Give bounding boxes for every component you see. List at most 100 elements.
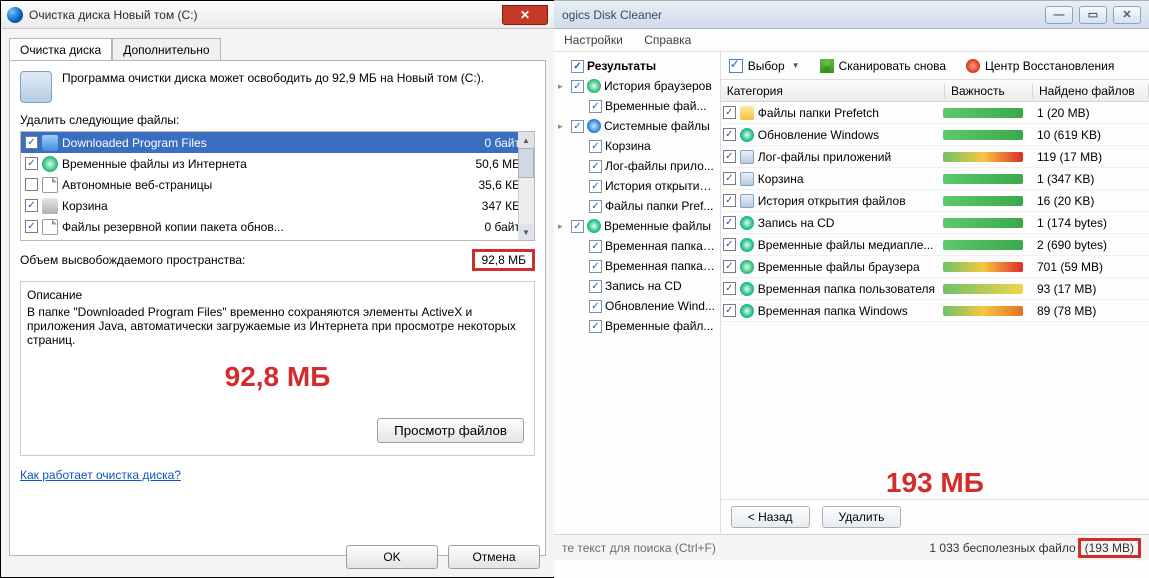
file-row[interactable]: Файлы резервной копии пакета обнов...0 б… bbox=[21, 216, 534, 237]
disk-cleaner-window: ogics Disk Cleaner — ▭ ✕ Настройки Справ… bbox=[554, 0, 1149, 578]
col-importance[interactable]: Важность bbox=[945, 84, 1033, 98]
tree-item[interactable]: Временная папка ... bbox=[556, 236, 718, 256]
file-list[interactable]: Downloaded Program Files0 байтВременные … bbox=[20, 131, 535, 241]
checkbox[interactable] bbox=[589, 100, 602, 113]
grid-row[interactable]: Лог-файлы приложений119 (17 MB) bbox=[721, 146, 1149, 168]
checkbox[interactable] bbox=[571, 120, 584, 133]
checkbox[interactable] bbox=[589, 320, 602, 333]
menu-help[interactable]: Справка bbox=[644, 33, 691, 47]
grid-row[interactable]: Обновление Windows10 (619 KB) bbox=[721, 124, 1149, 146]
checkbox[interactable] bbox=[589, 140, 602, 153]
grid-row[interactable]: Временная папка Windows89 (78 MB) bbox=[721, 300, 1149, 322]
tree-item[interactable]: Временные файл... bbox=[556, 316, 718, 336]
recovery-center-button[interactable]: Центр Восстановления bbox=[966, 59, 1114, 73]
checkbox[interactable] bbox=[25, 220, 38, 233]
ok-button[interactable]: OK bbox=[346, 545, 438, 569]
tree-item[interactable]: Файлы папки Pref... bbox=[556, 196, 718, 216]
checkbox[interactable] bbox=[571, 220, 584, 233]
close-button[interactable]: ✕ bbox=[1113, 6, 1141, 24]
grid-row[interactable]: Временные файлы медиапле...2 (690 bytes) bbox=[721, 234, 1149, 256]
tree-label: Временные файл... bbox=[605, 319, 713, 333]
titlebar[interactable]: ogics Disk Cleaner — ▭ ✕ bbox=[554, 1, 1149, 29]
checkbox[interactable] bbox=[589, 160, 602, 173]
scroll-thumb[interactable] bbox=[518, 148, 534, 178]
tree-item[interactable]: ▸История браузеров bbox=[556, 76, 718, 96]
scroll-up-icon[interactable]: ▲ bbox=[518, 132, 534, 148]
expand-icon[interactable]: ▸ bbox=[558, 81, 568, 92]
checkbox[interactable] bbox=[571, 60, 584, 73]
grid-row[interactable]: Запись на CD1 (174 bytes) bbox=[721, 212, 1149, 234]
maximize-button[interactable]: ▭ bbox=[1079, 6, 1107, 24]
checkbox[interactable] bbox=[723, 260, 736, 273]
checkbox[interactable] bbox=[589, 260, 602, 273]
checkbox[interactable] bbox=[723, 194, 736, 207]
cancel-button[interactable]: Отмена bbox=[448, 545, 540, 569]
checkbox[interactable] bbox=[589, 300, 602, 313]
checkbox[interactable] bbox=[571, 80, 584, 93]
tree-label: Запись на CD bbox=[605, 279, 682, 293]
checkbox[interactable] bbox=[25, 178, 38, 191]
minimize-button[interactable]: — bbox=[1045, 6, 1073, 24]
menu-settings[interactable]: Настройки bbox=[564, 33, 623, 47]
delete-button[interactable]: Удалить bbox=[822, 506, 902, 528]
tree-item[interactable]: Корзина bbox=[556, 136, 718, 156]
rescan-button[interactable]: Сканировать снова bbox=[820, 59, 946, 73]
checkbox[interactable] bbox=[589, 280, 602, 293]
checkbox[interactable] bbox=[723, 150, 736, 163]
checkbox[interactable] bbox=[25, 199, 38, 212]
checkbox[interactable] bbox=[723, 304, 736, 317]
expand-icon[interactable]: ▸ bbox=[558, 121, 568, 132]
results-tree[interactable]: Результаты▸История браузеровВременные фа… bbox=[554, 52, 721, 534]
tab-cleanup[interactable]: Очистка диска bbox=[9, 38, 112, 61]
scrollbar[interactable]: ▲ ▼ bbox=[518, 132, 534, 240]
found-count: 1 (347 KB) bbox=[1031, 172, 1147, 186]
category-icon bbox=[740, 238, 754, 252]
tree-item[interactable]: Запись на CD bbox=[556, 276, 718, 296]
checkbox[interactable] bbox=[723, 238, 736, 251]
status-size: (193 MB) bbox=[1078, 538, 1141, 558]
help-link[interactable]: Как работает очистка диска? bbox=[20, 468, 181, 482]
results-panel: Выбор ▼ Сканировать снова Центр Восстано… bbox=[721, 52, 1149, 534]
close-button[interactable]: ✕ bbox=[502, 5, 548, 25]
tree-item[interactable]: ▸Временные файлы bbox=[556, 216, 718, 236]
file-row[interactable]: Автономные веб-страницы35,6 КБ bbox=[21, 174, 534, 195]
view-files-button[interactable]: Просмотр файлов bbox=[377, 418, 524, 443]
tree-item[interactable]: Временная папка ... bbox=[556, 256, 718, 276]
tree-item[interactable]: Обновление Wind... bbox=[556, 296, 718, 316]
tree-item[interactable]: ▸Системные файлы bbox=[556, 116, 718, 136]
tree-item[interactable]: Результаты bbox=[556, 56, 718, 76]
back-button[interactable]: < Назад bbox=[731, 506, 810, 528]
checkbox[interactable] bbox=[723, 216, 736, 229]
col-category[interactable]: Категория bbox=[721, 84, 945, 98]
grid-row[interactable]: История открытия файлов16 (20 KB) bbox=[721, 190, 1149, 212]
file-row[interactable]: Downloaded Program Files0 байт bbox=[21, 132, 534, 153]
checkbox[interactable] bbox=[589, 200, 602, 213]
checkbox[interactable] bbox=[723, 128, 736, 141]
scroll-down-icon[interactable]: ▼ bbox=[518, 224, 534, 240]
search-hint[interactable]: те текст для поиска (Ctrl+F) bbox=[562, 541, 716, 555]
tree-item[interactable]: Лог-файлы прило... bbox=[556, 156, 718, 176]
grid-body[interactable]: Файлы папки Prefetch1 (20 MB)Обновление … bbox=[721, 102, 1149, 427]
titlebar[interactable]: Очистка диска Новый том (C:) ✕ bbox=[1, 1, 554, 29]
file-row[interactable]: Корзина347 КБ bbox=[21, 195, 534, 216]
disk-cleanup-icon bbox=[20, 71, 52, 103]
tree-item[interactable]: История открытия... bbox=[556, 176, 718, 196]
checkbox[interactable] bbox=[25, 136, 38, 149]
file-row[interactable]: Временные файлы из Интернета50,6 МБ bbox=[21, 153, 534, 174]
checkbox[interactable] bbox=[723, 172, 736, 185]
select-dropdown[interactable]: Выбор ▼ bbox=[729, 59, 800, 73]
tab-additional[interactable]: Дополнительно bbox=[112, 38, 220, 61]
grid-row[interactable]: Временные файлы браузера701 (59 MB) bbox=[721, 256, 1149, 278]
grid-row[interactable]: Файлы папки Prefetch1 (20 MB) bbox=[721, 102, 1149, 124]
checkbox[interactable] bbox=[589, 240, 602, 253]
expand-icon[interactable]: ▸ bbox=[558, 221, 568, 232]
col-found[interactable]: Найдено файлов bbox=[1033, 84, 1149, 98]
tree-item[interactable]: Временные фай... bbox=[556, 96, 718, 116]
category-name: Временные файлы браузера bbox=[758, 260, 920, 274]
grid-row[interactable]: Временная папка пользователя93 (17 MB) bbox=[721, 278, 1149, 300]
checkbox[interactable] bbox=[589, 180, 602, 193]
checkbox[interactable] bbox=[25, 157, 38, 170]
checkbox[interactable] bbox=[723, 106, 736, 119]
checkbox[interactable] bbox=[723, 282, 736, 295]
grid-row[interactable]: Корзина1 (347 KB) bbox=[721, 168, 1149, 190]
